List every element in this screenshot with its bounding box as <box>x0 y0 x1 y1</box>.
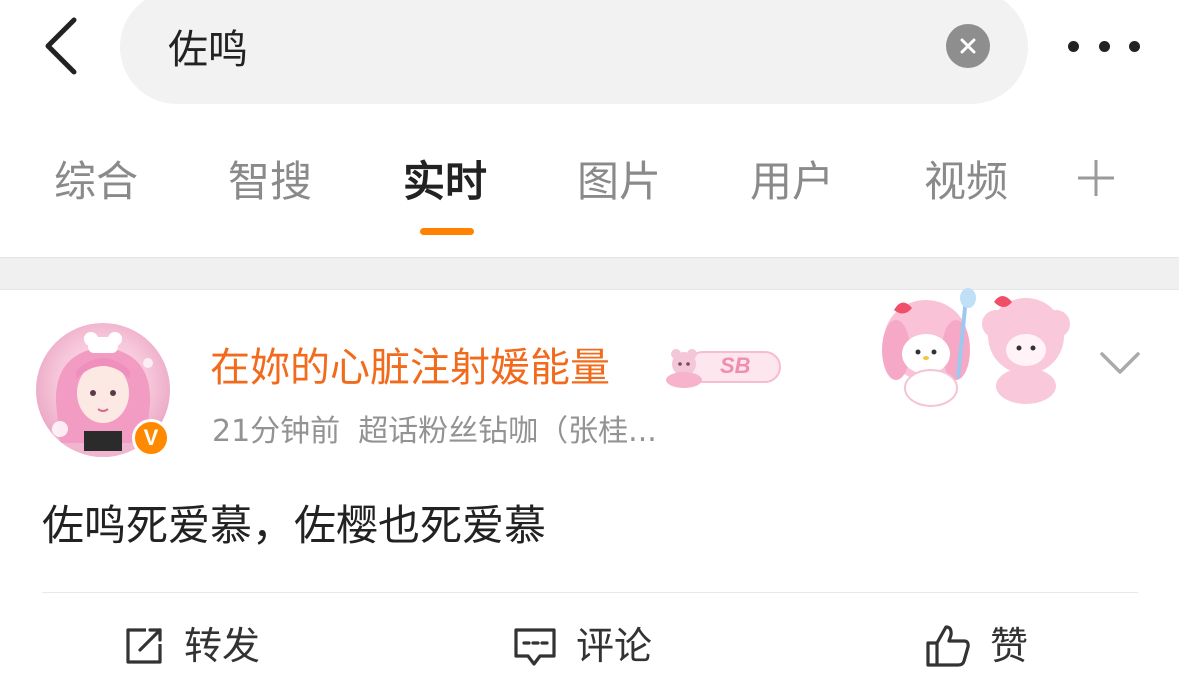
tab-videos[interactable]: 视频 <box>924 150 1008 214</box>
comment-label: 评论 <box>576 624 653 668</box>
add-tab-button[interactable] <box>1074 156 1118 200</box>
comment-icon <box>514 628 556 666</box>
back-arrow-icon <box>45 17 77 75</box>
like-label: 赞 <box>990 624 1029 668</box>
close-icon <box>960 38 976 54</box>
post-username[interactable]: 在妳的心脏注射媛能量 <box>210 342 610 394</box>
tab-images[interactable]: 图片 <box>577 150 661 214</box>
top-bar: 佐鸣 <box>0 0 1179 110</box>
search-input[interactable]: 佐鸣 <box>120 0 1028 104</box>
clear-search-button[interactable] <box>946 24 990 68</box>
search-tabs: 综合 智搜 实时 图片 用户 视频 <box>0 150 1179 240</box>
post-options-chevron[interactable] <box>1096 342 1144 382</box>
search-query-text: 佐鸣 <box>168 27 248 73</box>
more-options-button[interactable] <box>1068 30 1140 62</box>
back-button[interactable] <box>30 14 90 78</box>
fan-badge: SB <box>664 344 784 390</box>
post-meta: 21分钟前 超话粉丝钻咖（张桂... <box>212 410 657 454</box>
tab-smart-search[interactable]: 智搜 <box>228 150 312 214</box>
decorative-sticker <box>876 288 1076 410</box>
repost-icon <box>126 628 162 664</box>
section-separator <box>0 257 1179 290</box>
my-melody-sticker <box>882 288 1070 407</box>
more-dot <box>1129 40 1140 52</box>
like-button[interactable]: 赞 <box>924 618 1028 674</box>
repost-label: 转发 <box>184 624 261 668</box>
tab-comprehensive[interactable]: 综合 <box>54 150 138 214</box>
post-content: 佐鸣死爱慕，佐樱也死爱慕 <box>42 501 547 550</box>
avatar[interactable]: V <box>36 323 170 457</box>
fan-badge-text: SB <box>720 353 751 378</box>
thumbs-up-icon <box>926 625 970 667</box>
comment-button[interactable]: 评论 <box>512 618 652 674</box>
post-source[interactable]: 超话粉丝钻咖（张桂... <box>358 414 657 449</box>
verified-badge: V <box>132 419 170 457</box>
more-dots-icon <box>1068 40 1079 52</box>
tab-realtime[interactable]: 实时 <box>403 150 487 214</box>
chevron-down-icon <box>1100 352 1140 374</box>
action-divider <box>42 592 1138 593</box>
tab-users[interactable]: 用户 <box>750 150 834 214</box>
active-tab-indicator <box>420 228 474 235</box>
more-dot <box>1098 40 1110 52</box>
post-time: 21分钟前 <box>212 414 341 449</box>
plus-icon <box>1078 160 1114 196</box>
repost-button[interactable]: 转发 <box>122 618 260 674</box>
